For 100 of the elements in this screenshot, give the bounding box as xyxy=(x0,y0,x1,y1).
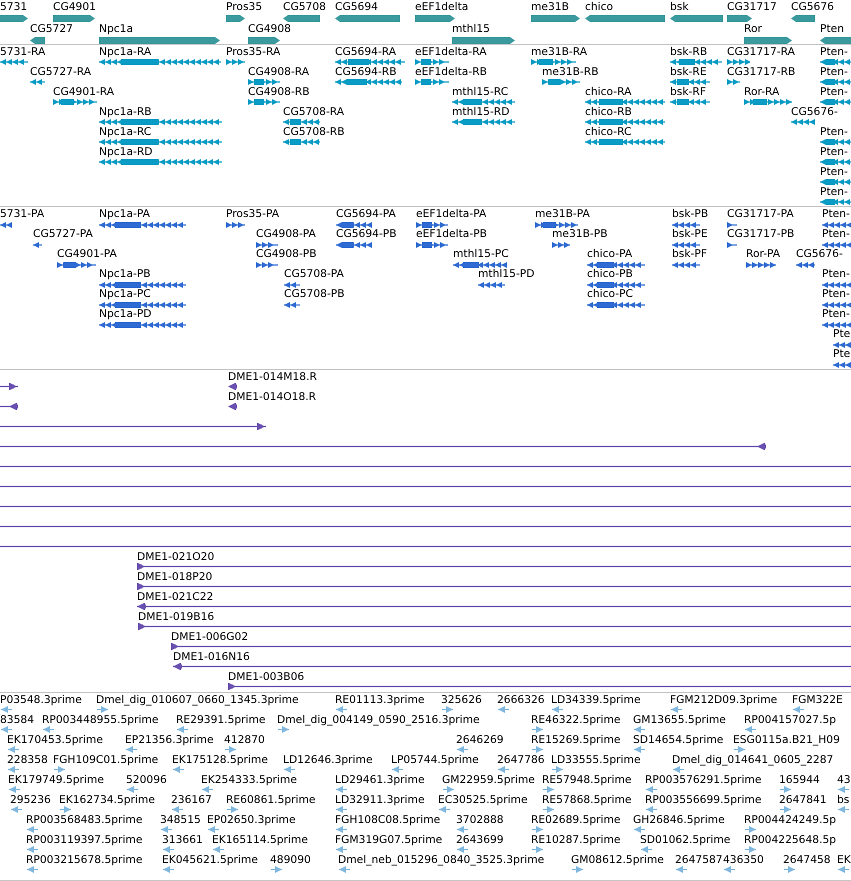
feature-label: RE02689.5prime xyxy=(531,814,621,826)
feature-label: Npc1a-PB xyxy=(99,268,151,280)
feature-label: CG5694 xyxy=(335,1,378,13)
feature-label: RE46322.5prime xyxy=(531,714,621,726)
feature-label: mthl15-PD xyxy=(478,268,534,280)
feature-label: SD14654.5prime xyxy=(633,734,724,746)
feature-label: Pros35-PA xyxy=(226,208,280,220)
feature-label: eEF1delta-PA xyxy=(416,208,486,220)
feature-label: Pten- xyxy=(820,146,848,158)
feature-label: RP003556699.5prime xyxy=(645,794,762,806)
feature-label: RP004157027.5p xyxy=(744,714,836,726)
feature-label: RE15269.5prime xyxy=(531,734,621,746)
feature-label: Pros35 xyxy=(226,1,262,13)
feature-label: Pten- xyxy=(820,126,848,138)
feature-label: CG5708-PA xyxy=(284,268,344,280)
feature-label: bsk-RB xyxy=(670,46,708,58)
feature-label: CG5727-PA xyxy=(33,228,93,240)
feature-label: me31B-RB xyxy=(542,66,599,78)
feature-label: bsk-PF xyxy=(672,248,707,260)
feature-label: CG5708 xyxy=(283,1,326,13)
feature-label: 5731-RA xyxy=(0,46,46,58)
feature-label: RE57948.5prime xyxy=(542,774,632,786)
feature-label: Npc1a xyxy=(99,23,134,35)
feature-label: bs xyxy=(837,794,850,806)
feature-label: me31B xyxy=(531,1,569,13)
feature-label: Pte xyxy=(833,348,850,360)
feature-label: ESG0115a.B21_H09 xyxy=(733,734,840,746)
feature-label: FGM212D09.3prime xyxy=(670,694,778,706)
feature-label: DME1-021C22 xyxy=(137,591,214,603)
feature-label: CG5727-RA xyxy=(30,66,92,78)
feature-label: 2643699 xyxy=(456,834,504,846)
feature-label: DME1-006G02 xyxy=(171,631,248,643)
feature-label: Dmel_dig_014641_0605_2287 xyxy=(672,754,834,766)
feature-label: DME1-014M18.R xyxy=(228,371,317,383)
feature-label: EK162734.5prime xyxy=(59,794,155,806)
feature-label: CG31717-PB xyxy=(727,228,794,240)
feature-label: CG5727 xyxy=(30,23,73,35)
feature-label: CG5676 xyxy=(791,1,834,13)
feature-label: 412870 xyxy=(224,734,265,746)
feature-label: EK165114.5prime xyxy=(212,834,308,846)
feature-label: Npc1a-RB xyxy=(99,106,152,118)
feature-label: DME1-018P20 xyxy=(137,571,212,583)
feature-label: Pros35-RA xyxy=(226,46,280,58)
feature-label: Pten- xyxy=(820,166,848,178)
feature-label: 2647841 xyxy=(779,794,827,806)
feature-label: Pten- xyxy=(822,288,850,300)
feature-label: Npc1a-RD xyxy=(99,146,153,158)
feature-label: RP003119397.5prime xyxy=(26,834,142,846)
feature-label: 489090 xyxy=(270,854,311,866)
feature-label: RE29391.5prime xyxy=(176,714,266,726)
feature-label: 2647786 xyxy=(497,754,545,766)
feature-label: LP05744.5prime xyxy=(391,754,479,766)
feature-label: CG4908-PA xyxy=(256,228,316,240)
feature-label: bsk-RE xyxy=(670,66,707,78)
feature-label: FGM322E xyxy=(792,694,843,706)
feature-label: me31B-PA xyxy=(535,208,590,220)
feature-label: Npc1a-PC xyxy=(99,288,151,300)
feature-label: 165944 xyxy=(779,774,820,786)
feature-label: 228358 xyxy=(7,754,48,766)
feature-label: 5731-PA xyxy=(0,208,44,220)
feature-label: mthl15 xyxy=(452,23,490,35)
feature-label: EP02650.3prime xyxy=(207,814,296,826)
feature-label: 3702888 xyxy=(456,814,504,826)
feature-label: CG4908-RB xyxy=(248,86,310,98)
feature-label: eEF1delta xyxy=(415,1,468,13)
feature-label: EK170453.5prime xyxy=(7,734,103,746)
feature-label: Pten- xyxy=(820,46,848,58)
feature-label: GM13655.5prime xyxy=(633,714,726,726)
feature-label: GM08612.5prime xyxy=(571,854,664,866)
feature-label: GM22959.5prime xyxy=(442,774,535,786)
feature-label: Npc1a-RC xyxy=(99,126,152,138)
feature-label: RP003215678.5prime xyxy=(26,854,142,866)
feature-label: 2647587 xyxy=(675,854,723,866)
feature-label: LD34339.5prime xyxy=(551,694,641,706)
feature-label: 43 xyxy=(837,774,851,786)
feature-label: CG4908-PB xyxy=(256,248,317,260)
feature-label: Dmel_neb_015296_0840_3525.3prime xyxy=(338,854,544,866)
feature-label: DME1-003B06 xyxy=(228,671,304,683)
feature-label: 2666326 xyxy=(497,694,545,706)
feature-label: GH26846.5prime xyxy=(633,814,725,826)
feature-label: LD12646.3prime xyxy=(283,754,373,766)
feature-label: Npc1a-RA xyxy=(99,46,152,58)
feature-label: 83584 xyxy=(0,714,34,726)
feature-label: chico-PB xyxy=(587,268,633,280)
feature-label: RP004424249.5p xyxy=(744,814,836,826)
feature-label: CG4901-RA xyxy=(53,86,114,98)
feature-label: CG31717-RA xyxy=(727,46,795,58)
feature-label: RE10287.5prime xyxy=(531,834,621,846)
feature-label: CG5694-PA xyxy=(336,208,396,220)
feature-label: CG31717-PA xyxy=(727,208,794,220)
feature-label: RP003576291.5prime xyxy=(645,774,762,786)
feature-label: Pten xyxy=(820,23,844,35)
feature-label: CG4901-PA xyxy=(57,248,117,260)
feature-label: CG5694-RA xyxy=(335,46,396,58)
feature-label: chico-PA xyxy=(587,248,632,260)
feature-label: RP003448955.5prime xyxy=(42,714,158,726)
feature-label: EK179749.5prime xyxy=(8,774,104,786)
feature-label: 520096 xyxy=(126,774,167,786)
feature-label: RE60861.5prime xyxy=(226,794,316,806)
feature-label: Pte xyxy=(833,328,850,340)
